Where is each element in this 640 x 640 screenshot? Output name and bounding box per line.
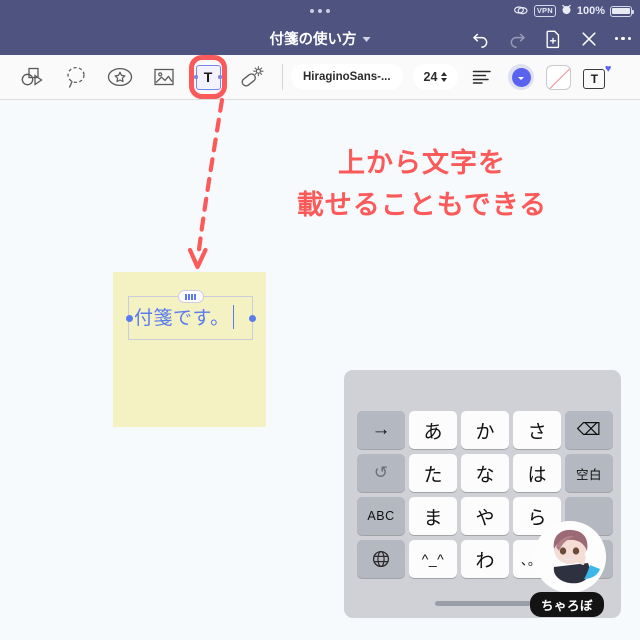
editor-toolbar: T HiraginoSans-... 24 T ♥	[0, 55, 640, 100]
key-label: あ	[423, 421, 443, 443]
alarm-clock-icon	[561, 4, 572, 18]
key-label: ↺	[373, 463, 389, 482]
battery-percent-label: 100%	[576, 5, 605, 17]
toolbar-divider	[282, 64, 283, 90]
header-actions	[471, 29, 631, 49]
text-tool-label: T	[203, 69, 213, 85]
key-ma[interactable]: ま	[409, 497, 457, 535]
status-right-cluster: VPN 100%	[513, 0, 634, 22]
sticky-note-text-value: 付箋です。	[134, 308, 230, 329]
key-undo[interactable]: ↺	[357, 454, 405, 492]
text-align-button[interactable]	[464, 69, 500, 85]
heart-icon: ♥	[604, 63, 612, 75]
key-label: ま	[423, 507, 443, 529]
eraser-tool[interactable]	[230, 55, 274, 100]
stepper-up-down-icon[interactable]	[441, 72, 448, 82]
watermark-label: ちゃろぼ	[530, 592, 605, 617]
key-ha[interactable]: は	[513, 454, 561, 492]
link-icon	[513, 4, 529, 19]
new-page-button[interactable]	[543, 29, 563, 49]
font-size-stepper[interactable]: 24	[412, 64, 459, 90]
key-backspace[interactable]: ⌫	[565, 411, 613, 449]
text-tool[interactable]: T	[186, 55, 230, 100]
key-label: さ	[527, 421, 547, 443]
chevron-down-icon[interactable]	[362, 37, 371, 42]
key-ya[interactable]: や	[461, 497, 509, 535]
vpn-badge: VPN	[533, 4, 556, 18]
window-grabber-dots[interactable]	[310, 9, 330, 13]
pen-tool[interactable]	[0, 55, 10, 100]
key-emoticon[interactable]: ^_^	[409, 540, 457, 578]
dashed-arrow-line	[195, 97, 225, 261]
undo-button[interactable]	[471, 29, 491, 49]
battery-full-icon	[610, 5, 634, 17]
key-wa[interactable]: わ	[461, 540, 509, 578]
home-indicator[interactable]	[434, 601, 531, 606]
key-label: わ	[475, 550, 495, 572]
key-abc[interactable]: ABC	[357, 497, 405, 535]
font-size-value: 24	[423, 70, 438, 84]
key-sa[interactable]: さ	[513, 411, 561, 449]
key-label: ^_^	[421, 551, 445, 567]
resize-handle-left[interactable]	[125, 314, 133, 322]
redo-button[interactable]	[507, 29, 527, 49]
key-ta[interactable]: た	[409, 454, 457, 492]
app-root: VPN 100% 付箋の使い方 T HiraginoSans-... 24 T …	[0, 0, 640, 640]
text-style-button[interactable]: T ♥	[583, 64, 611, 90]
sticker-tool[interactable]	[98, 55, 142, 100]
annotation-line-1: 上から文字を	[338, 148, 506, 178]
fill-none-button[interactable]	[546, 64, 572, 90]
text-color-button[interactable]	[508, 64, 535, 90]
text-T-icon: T	[194, 64, 222, 90]
globe-icon	[372, 550, 390, 568]
dashed-arrow-head	[187, 247, 208, 270]
key-label: →	[371, 419, 391, 440]
text-style-label: T	[583, 69, 606, 89]
key-cursor-right[interactable]: →	[357, 411, 405, 449]
font-family-selector[interactable]: HiraginoSans-...	[291, 64, 403, 90]
align-left-icon	[473, 70, 492, 84]
key-label: か	[475, 421, 495, 443]
more-horizontal-icon[interactable]	[614, 36, 631, 41]
key-label: な	[475, 464, 495, 486]
key-label: や	[475, 507, 495, 529]
status-bar: VPN 100%	[0, 0, 640, 22]
key-label: た	[423, 464, 443, 486]
resize-handle-right[interactable]	[248, 314, 256, 322]
shapes-tool[interactable]	[10, 55, 54, 100]
key-a[interactable]: あ	[409, 411, 457, 449]
key-label: 空白	[575, 467, 602, 482]
key-label: ⌫	[576, 420, 602, 439]
annotation-text: 上から文字を 載せることもできる	[272, 143, 572, 227]
image-tool[interactable]	[142, 55, 186, 100]
key-ka[interactable]: か	[461, 411, 509, 449]
drag-grip-icon[interactable]	[177, 290, 204, 303]
text-caret	[232, 304, 235, 329]
character-avatar	[534, 521, 606, 593]
sticky-note-text[interactable]: 付箋です。	[134, 303, 235, 330]
annotation-line-2: 載せることもできる	[296, 189, 548, 220]
key-na[interactable]: な	[461, 454, 509, 492]
close-button[interactable]	[579, 29, 599, 49]
color-circle-icon	[511, 67, 531, 87]
app-header: 付箋の使い方	[0, 22, 640, 55]
lasso-tool[interactable]	[54, 55, 98, 100]
key-globe[interactable]	[357, 540, 405, 578]
key-space[interactable]: 空白	[565, 454, 613, 492]
key-label: は	[527, 464, 547, 486]
page-title: 付箋の使い方	[269, 32, 357, 48]
key-label: ら	[527, 507, 547, 529]
key-label: ABC	[367, 509, 395, 523]
document-title-button[interactable]: 付箋の使い方	[270, 28, 371, 49]
